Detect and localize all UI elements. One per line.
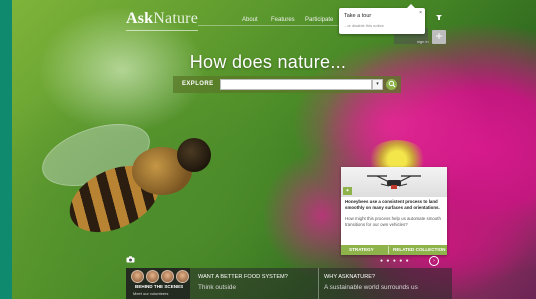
- strategy-link[interactable]: STRATEGY: [349, 247, 374, 252]
- avatar: [161, 270, 174, 283]
- close-icon[interactable]: ×: [419, 10, 422, 16]
- card-actions-divider: [388, 246, 389, 254]
- why-asknature-subtitle: A sustainable world surrounds us: [324, 284, 418, 291]
- asknature-logo[interactable]: AskNature: [126, 10, 198, 31]
- search-input[interactable]: [220, 79, 372, 90]
- tour-disable-link[interactable]: ...or disable this notice: [344, 23, 384, 28]
- featured-strategy-card[interactable]: ✦ Honeybees use a consistent process to …: [341, 167, 447, 255]
- food-system-promo[interactable]: WANT A BETTER FOOD SYSTEM? Think outside: [190, 268, 318, 299]
- carousel-next-icon[interactable]: ›: [429, 256, 439, 266]
- avatar: [131, 270, 144, 283]
- hero-image: [12, 0, 536, 299]
- take-a-tour-popup[interactable]: Take a tour ...or disable this notice ×: [339, 4, 425, 34]
- drone-image: [367, 175, 421, 189]
- why-asknature-title[interactable]: WHY ASKNATURE?: [324, 274, 375, 280]
- logo-part1: Ask: [126, 10, 154, 27]
- carousel-dots[interactable]: ● ● ● ● ●: [380, 258, 410, 264]
- hero-headline: How does nature...: [189, 52, 347, 72]
- strategy-tag-icon: ✦: [343, 187, 352, 195]
- avatar: [176, 270, 189, 283]
- explore-label: EXPLORE: [182, 81, 214, 87]
- popup-pointer: [407, 4, 415, 8]
- card-body-text: How might this process help us automate …: [345, 216, 441, 227]
- nav-about[interactable]: About: [242, 17, 258, 23]
- add-button[interactable]: +: [432, 30, 446, 44]
- search-icon[interactable]: [386, 79, 397, 90]
- food-system-title[interactable]: WANT A BETTER FOOD SYSTEM?: [198, 274, 288, 280]
- nav-divider: [198, 25, 338, 26]
- bee-head: [177, 138, 211, 172]
- page: AskNature About Features Participate sig…: [0, 0, 536, 299]
- card-lead-text: Honeybees use a consistent process to la…: [345, 199, 440, 210]
- why-asknature-promo[interactable]: WHY ASKNATURE? A sustainable world surro…: [318, 268, 452, 299]
- left-accent-stripe: [0, 0, 12, 299]
- chevron-down-icon[interactable]: ▾: [372, 79, 383, 90]
- logo-part2: Nature: [153, 10, 199, 27]
- food-system-subtitle: Think outside: [198, 284, 237, 291]
- tour-title[interactable]: Take a tour: [344, 13, 371, 19]
- nav-participate[interactable]: Participate: [305, 17, 333, 23]
- pin-icon[interactable]: [435, 13, 443, 23]
- card-image: ✦: [341, 167, 447, 197]
- related-collection-link[interactable]: RELATED COLLECTION: [393, 247, 446, 252]
- card-actions: STRATEGY RELATED COLLECTION: [341, 245, 447, 255]
- camera-icon[interactable]: [126, 256, 135, 265]
- nav-features[interactable]: Features: [271, 17, 295, 23]
- behind-the-scenes-title[interactable]: BEHIND THE SCENES: [135, 284, 183, 289]
- signin-link[interactable]: sign in: [417, 39, 429, 44]
- behind-the-scenes-subtitle[interactable]: Meet our volunteers: [133, 291, 168, 296]
- avatar: [146, 270, 159, 283]
